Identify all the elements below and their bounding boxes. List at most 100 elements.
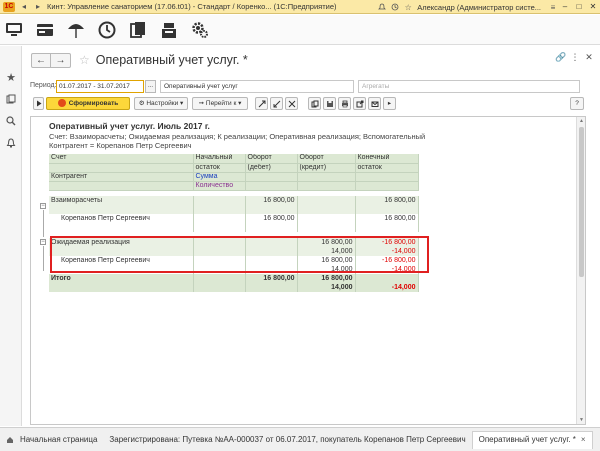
table-row[interactable]: 14,000 -14,000 bbox=[49, 283, 419, 292]
favorite-star-icon[interactable]: ☆ bbox=[79, 53, 90, 67]
pin-button[interactable] bbox=[285, 97, 298, 110]
cell-end[interactable]: 16 800,00 bbox=[355, 214, 419, 223]
close-tab-icon[interactable]: × bbox=[581, 431, 586, 449]
settings-icon[interactable] bbox=[190, 20, 210, 40]
total-credit[interactable]: 16 800,00 bbox=[297, 274, 356, 283]
collapse-groups-button[interactable] bbox=[270, 97, 283, 110]
table-row[interactable]: Взаиморасчеты 16 800,00 16 800,00 bbox=[49, 196, 419, 205]
search-icon[interactable] bbox=[0, 110, 22, 132]
header-credit-2: (кредит) bbox=[297, 163, 356, 173]
period-select-button[interactable]: ... bbox=[145, 80, 156, 93]
forward-button[interactable]: → bbox=[51, 52, 71, 68]
table-row bbox=[49, 205, 419, 214]
desktop-icon[interactable] bbox=[4, 20, 24, 40]
period-input[interactable]: 01.07.2017 - 31.07.2017 bbox=[56, 80, 144, 93]
aggregates-input[interactable]: Агрегаты bbox=[358, 80, 580, 93]
close-window-button[interactable]: ✕ bbox=[586, 0, 600, 14]
pin-icon bbox=[288, 100, 295, 108]
cell-end[interactable]: 16 800,00 bbox=[355, 196, 419, 205]
collapse-group-toggle[interactable]: − bbox=[40, 203, 46, 209]
report-document[interactable]: Оперативный учет услуг. Июль 2017 г. Сче… bbox=[30, 116, 586, 425]
row-account[interactable]: Взаиморасчеты bbox=[49, 196, 194, 205]
arrow-right-icon: → bbox=[55, 54, 66, 66]
scrollbar-thumb[interactable] bbox=[579, 127, 584, 277]
open-windows-bar: Начальная страница Зарегистрирована: Пут… bbox=[0, 427, 600, 451]
home-icon bbox=[7, 436, 13, 443]
scroll-up-icon[interactable]: ▲ bbox=[578, 118, 585, 124]
tab-report[interactable]: Оперативный учет услуг. * × bbox=[471, 430, 593, 449]
settings-button-label: Настройки bbox=[146, 100, 179, 107]
tab-document[interactable]: Зарегистрирована: Путевка №АА-000037 от … bbox=[103, 431, 471, 449]
more-icon[interactable]: ⋮ bbox=[568, 52, 582, 63]
goto-button[interactable]: ➞ Перейти к ▾ bbox=[192, 97, 248, 110]
form-header: ← → ☆ Оперативный учет услуг. * 🔗 ⋮ ✕ bbox=[23, 46, 600, 74]
forward-arrow-icon[interactable]: ▸ bbox=[33, 2, 43, 12]
table-header-row: Контрагент Сумма bbox=[49, 172, 419, 182]
collapse-group-toggle[interactable]: − bbox=[40, 239, 46, 245]
header-counterparty: Контрагент bbox=[49, 172, 194, 182]
maximize-button[interactable]: □ bbox=[572, 0, 586, 14]
tab-home[interactable]: Начальная страница bbox=[0, 431, 103, 449]
generate-button[interactable]: Сформировать bbox=[46, 97, 130, 110]
table-row[interactable]: Итого 16 800,00 16 800,00 bbox=[49, 274, 419, 283]
card-icon[interactable] bbox=[35, 20, 55, 40]
period-row: Период: 01.07.2017 - 31.07.2017 ... Опер… bbox=[23, 80, 600, 94]
report-filter-accounts: Счет: Взаиморасчеты; Ожидаемая реализаци… bbox=[49, 132, 426, 141]
clock-icon[interactable] bbox=[97, 20, 117, 40]
collapse-icon bbox=[273, 100, 280, 108]
link-icon[interactable]: 🔗 bbox=[554, 52, 568, 63]
back-button[interactable]: ← bbox=[31, 52, 51, 68]
send-button[interactable] bbox=[368, 97, 381, 110]
form-title: Оперативный учет услуг. * bbox=[95, 53, 248, 67]
print-button[interactable] bbox=[338, 97, 351, 110]
cell-debit[interactable]: 16 800,00 bbox=[245, 196, 298, 205]
bell-icon[interactable] bbox=[0, 132, 22, 154]
generate-button-label: Сформировать bbox=[68, 100, 119, 107]
history-icon[interactable] bbox=[390, 2, 400, 12]
total-end-qty[interactable]: -14,000 bbox=[355, 283, 419, 292]
report-toolbar: Сформировать ⚙ Настройки ▾ ➞ Перейти к ▾ bbox=[23, 97, 600, 111]
header-end-2: остаток bbox=[355, 163, 419, 173]
settings-button[interactable]: ⚙ Настройки ▾ bbox=[134, 97, 188, 110]
minimize-button[interactable]: – bbox=[558, 0, 572, 14]
header-start-1: Начальный bbox=[193, 154, 246, 164]
row-total: Итого bbox=[49, 274, 194, 283]
generate-icon bbox=[57, 99, 66, 108]
documents-icon[interactable] bbox=[128, 20, 148, 40]
user-name[interactable]: Александр (Администратор систе... bbox=[417, 3, 541, 12]
table-row[interactable]: Корепанов Петр Сергеевич 16 800,00 16 80… bbox=[49, 214, 419, 223]
save-button[interactable] bbox=[323, 97, 336, 110]
copy-button[interactable] bbox=[308, 97, 321, 110]
run-arrow-button[interactable] bbox=[33, 97, 44, 110]
menu-icon[interactable]: ≡ bbox=[548, 2, 558, 12]
favorites-star-icon[interactable]: ★ bbox=[0, 66, 22, 88]
report-filter-counterparty: Контрагент = Корепанов Петр Сергеевич bbox=[49, 141, 192, 150]
favorites-star-icon[interactable]: ☆ bbox=[403, 2, 413, 12]
total-credit-qty[interactable]: 14,000 bbox=[297, 283, 356, 292]
expand-icon bbox=[258, 100, 265, 108]
settings-gear-icon: ⚙ bbox=[138, 100, 145, 107]
export-button[interactable] bbox=[353, 97, 366, 110]
chevron-down-icon: ▾ bbox=[180, 100, 184, 107]
back-arrow-icon[interactable]: ◂ bbox=[19, 2, 29, 12]
sections-panel bbox=[0, 15, 600, 45]
header-debit-2: (дебет) bbox=[245, 163, 298, 173]
help-button[interactable]: ? bbox=[570, 97, 584, 110]
row-counterparty[interactable]: Корепанов Петр Сергеевич bbox=[49, 214, 194, 223]
scroll-down-icon[interactable]: ▼ bbox=[578, 417, 585, 423]
goto-arrow-icon: ➞ bbox=[198, 100, 205, 107]
close-form-icon[interactable]: ✕ bbox=[582, 52, 596, 63]
total-debit[interactable]: 16 800,00 bbox=[245, 274, 298, 283]
beach-umbrella-icon[interactable] bbox=[66, 20, 86, 40]
expand-groups-button[interactable] bbox=[255, 97, 268, 110]
more-actions-button[interactable]: ▸ bbox=[383, 97, 396, 110]
bell-icon[interactable] bbox=[377, 2, 387, 12]
cell-debit[interactable]: 16 800,00 bbox=[245, 214, 298, 223]
history-icon[interactable] bbox=[0, 88, 22, 110]
window-title: Кинт: Управление санаторием (17.06.t01) … bbox=[47, 2, 337, 11]
vertical-scrollbar[interactable]: ▲ ▼ bbox=[576, 117, 585, 424]
report-variant-input[interactable]: Оперативный учет услуг bbox=[160, 80, 354, 93]
table-header-row: Количество bbox=[49, 181, 419, 191]
app-logo-icon[interactable]: 1С bbox=[3, 1, 15, 12]
cash-register-icon[interactable] bbox=[159, 20, 179, 40]
